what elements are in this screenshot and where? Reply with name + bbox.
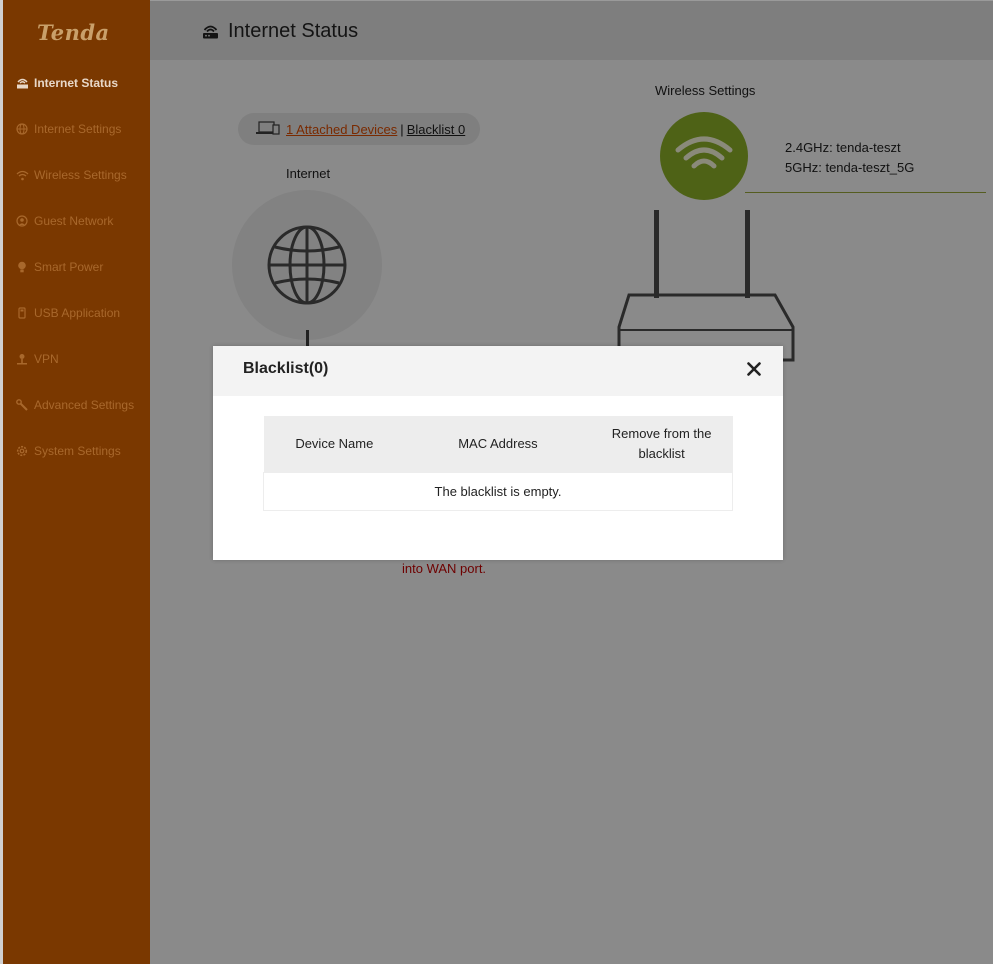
sidebar-item-label: Advanced Settings <box>34 398 135 412</box>
column-header-mac-address: MAC Address <box>405 416 591 472</box>
guest-icon <box>15 214 29 228</box>
internet-status-icon <box>202 23 219 44</box>
globe-icon <box>15 122 29 136</box>
page-header: Internet Status <box>150 0 993 60</box>
ssid-5ghz: 5GHz: tenda-teszt_5G <box>785 160 915 175</box>
sidebar-item-smart-power[interactable]: Smart Power <box>3 244 150 290</box>
gear-icon <box>15 444 29 458</box>
usb-icon <box>15 306 29 320</box>
ssid-connector-line <box>745 185 986 193</box>
modal-title: Blacklist(0) <box>243 360 329 377</box>
tenda-logo: Tenda <box>37 20 110 45</box>
sidebar-item-label: Internet Settings <box>34 122 122 136</box>
globe-icon <box>267 225 347 305</box>
sidebar-item-label: VPN <box>34 352 59 366</box>
internet-globe[interactable] <box>232 190 382 340</box>
bulb-icon <box>15 260 29 274</box>
internet-label: Internet <box>286 166 331 181</box>
attached-devices-pill: 1 Attached Devices | Blacklist 0 <box>238 113 480 145</box>
table-row: The blacklist is empty. <box>263 471 733 511</box>
column-header-remove: Remove from the blacklist <box>590 416 733 472</box>
internet-status-icon <box>15 76 29 90</box>
router-illustration <box>617 210 795 362</box>
sidebar-item-label: Guest Network <box>34 214 114 228</box>
sidebar-item-internet-settings[interactable]: Internet Settings <box>3 106 150 152</box>
sidebar-nav: Internet Status Internet Settings Wirele… <box>3 60 162 474</box>
wireless-settings-label: Wireless Settings <box>655 83 756 98</box>
close-button[interactable] <box>745 360 763 378</box>
blacklist-modal: Blacklist(0) Device Name MAC Address Rem… <box>213 346 783 560</box>
sidebar-item-label: Smart Power <box>34 260 104 274</box>
sidebar-item-vpn[interactable]: VPN <box>3 336 150 382</box>
sidebar-item-label: System Settings <box>34 444 121 458</box>
sidebar-item-usb-application[interactable]: USB Application <box>3 290 150 336</box>
blacklist-table: Device Name MAC Address Remove from the … <box>263 416 733 511</box>
devices-icon <box>256 120 280 138</box>
sidebar-item-advanced-settings[interactable]: Advanced Settings <box>3 382 150 428</box>
wifi-icon <box>675 136 733 169</box>
attached-devices-link[interactable]: 1 Attached Devices <box>286 122 397 137</box>
sidebar-item-guest-network[interactable]: Guest Network <box>3 198 150 244</box>
sidebar-item-label: Internet Status <box>34 76 119 90</box>
empty-message: The blacklist is empty. <box>263 471 733 511</box>
sidebar-item-wireless-settings[interactable]: Wireless Settings <box>3 152 150 198</box>
link-separator: | <box>400 121 404 137</box>
blacklist-link[interactable]: Blacklist 0 <box>407 122 466 137</box>
table-header-row: Device Name MAC Address Remove from the … <box>263 416 733 472</box>
sidebar: Tenda Internet Status Internet Settings … <box>0 0 162 964</box>
sidebar-item-label: USB Application <box>34 306 121 320</box>
vpn-icon <box>15 352 29 366</box>
page-title: Internet Status <box>228 20 359 42</box>
modal-header: Blacklist(0) <box>213 346 783 396</box>
wireless-settings-button[interactable] <box>660 112 748 200</box>
wifi-icon <box>15 168 29 182</box>
column-header-device-name: Device Name <box>263 416 406 472</box>
sidebar-item-label: Wireless Settings <box>34 168 127 182</box>
sidebar-item-internet-status[interactable]: Internet Status <box>3 60 162 106</box>
wrench-icon <box>15 398 29 412</box>
wan-warning-text: into WAN port. <box>402 561 487 576</box>
sidebar-item-system-settings[interactable]: System Settings <box>3 428 150 474</box>
close-icon <box>747 362 761 376</box>
ssid-24ghz: 2.4GHz: tenda-teszt <box>785 140 901 155</box>
